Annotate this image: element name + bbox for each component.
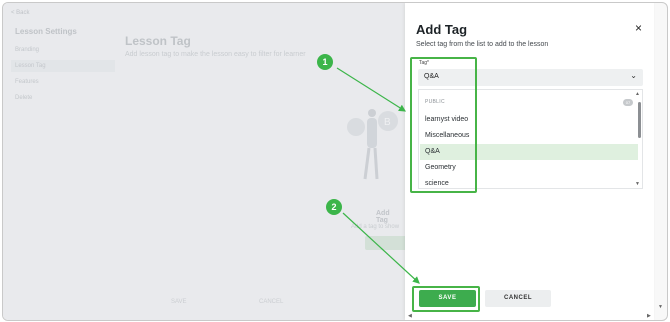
callout-badge-2: 2	[326, 199, 342, 215]
callout-badge-1: 1	[317, 54, 333, 70]
callout-arrows	[336, 67, 420, 284]
app-window: < Back Lesson Settings Branding Lesson T…	[2, 2, 668, 321]
